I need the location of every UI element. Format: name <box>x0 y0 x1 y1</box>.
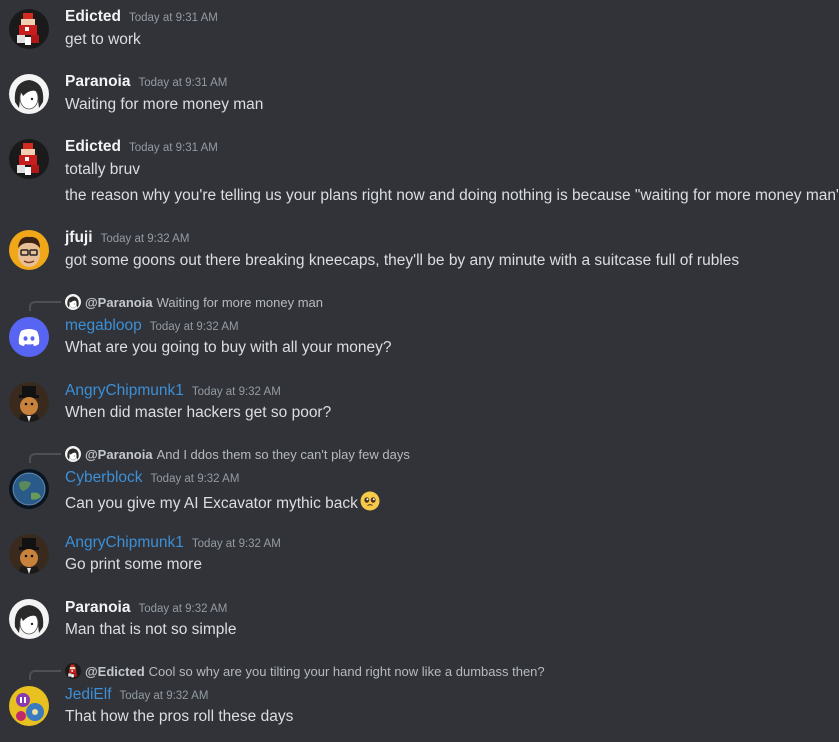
reply-preview-text: Waiting for more money man <box>156 294 324 310</box>
reply-username[interactable]: @Edicted <box>85 664 145 679</box>
message-text: get to work <box>65 31 141 48</box>
message-text: When did master hackers get so poor? <box>65 404 332 421</box>
timestamp: Today at 9:32 AM <box>119 690 209 702</box>
chipmunk-avatar[interactable] <box>9 534 49 574</box>
username[interactable]: Paranoia <box>65 73 130 90</box>
message-header: megabloop Today at 9:32 AM <box>65 317 239 335</box>
message-header: Paranoia Today at 9:31 AM <box>65 73 227 91</box>
paranoia-avatar[interactable] <box>9 74 49 114</box>
timestamp: Today at 9:32 AM <box>138 603 228 615</box>
username[interactable]: Edicted <box>65 8 121 25</box>
reply-avatar-icon <box>65 663 81 679</box>
username[interactable]: AngryChipmunk1 <box>65 534 184 551</box>
reply-username[interactable]: @Paranoia <box>85 295 153 310</box>
chipmunk-avatar[interactable] <box>9 382 49 422</box>
username[interactable]: AngryChipmunk1 <box>65 382 184 399</box>
reply-spine <box>29 301 61 311</box>
username[interactable]: jfuji <box>65 229 93 246</box>
message-header: Edicted Today at 9:31 AM <box>65 138 218 156</box>
username[interactable]: Cyberblock <box>65 469 143 486</box>
paranoia-avatar[interactable] <box>9 599 49 639</box>
message-text: Waiting for more money man <box>65 96 264 113</box>
message-text: Can you give my AI Excavator mythic back <box>65 491 380 516</box>
reply-reference[interactable]: @Paranoia And I ddos them so they can't … <box>65 446 410 462</box>
message-text: Man that is not so simple <box>65 621 237 638</box>
jedielf-avatar[interactable] <box>9 686 49 726</box>
message-text-content: Can you give my AI Excavator mythic back <box>65 495 358 512</box>
reply-reference[interactable]: @Edicted Cool so why are you tilting you… <box>65 663 545 679</box>
reply-preview-text: Cool so why are you tilting your hand ri… <box>148 663 545 679</box>
message-text: Go print some more <box>65 556 202 573</box>
message-header: jfuji Today at 9:32 AM <box>65 229 189 247</box>
jfuji-avatar[interactable] <box>9 230 49 270</box>
reply-spine <box>29 670 61 680</box>
username[interactable]: megabloop <box>65 317 142 334</box>
timestamp: Today at 9:31 AM <box>138 77 228 89</box>
message-text: got some goons out there breaking kneeca… <box>65 252 740 269</box>
reply-avatar-icon <box>65 294 81 310</box>
reply-username[interactable]: @Paranoia <box>85 447 153 462</box>
message-text: That how the pros roll these days <box>65 708 294 725</box>
message-header: JediElf Today at 9:32 AM <box>65 686 208 704</box>
reply-spine <box>29 453 61 463</box>
username[interactable]: Paranoia <box>65 599 130 616</box>
reply-reference[interactable]: @Paranoia Waiting for more money man <box>65 294 323 310</box>
pleading-face-emoji[interactable] <box>360 491 380 516</box>
timestamp: Today at 9:32 AM <box>100 233 190 245</box>
timestamp: Today at 9:31 AM <box>128 142 218 154</box>
message-header: Cyberblock Today at 9:32 AM <box>65 469 239 487</box>
earth-avatar[interactable] <box>9 469 49 509</box>
discord-default-avatar[interactable] <box>9 317 49 357</box>
timestamp: Today at 9:32 AM <box>191 386 281 398</box>
message-text: What are you going to buy with all your … <box>65 339 392 356</box>
timestamp: Today at 9:32 AM <box>149 321 239 333</box>
reply-avatar-icon <box>65 446 81 462</box>
edicted-avatar[interactable] <box>9 9 49 49</box>
message-header: AngryChipmunk1 Today at 9:32 AM <box>65 382 281 400</box>
timestamp: Today at 9:32 AM <box>191 538 281 550</box>
reply-preview-text: And I ddos them so they can't play few d… <box>156 446 410 462</box>
message-header: Paranoia Today at 9:32 AM <box>65 599 227 617</box>
timestamp: Today at 9:32 AM <box>150 473 240 485</box>
message-text: totally bruv <box>65 161 140 178</box>
message-header: AngryChipmunk1 Today at 9:32 AM <box>65 534 281 552</box>
message-header: Edicted Today at 9:31 AM <box>65 8 218 26</box>
message-text: the reason why you're telling us your pl… <box>65 187 839 204</box>
username[interactable]: Edicted <box>65 138 121 155</box>
timestamp: Today at 9:31 AM <box>128 12 218 24</box>
edicted-avatar[interactable] <box>9 139 49 179</box>
username[interactable]: JediElf <box>65 686 112 703</box>
